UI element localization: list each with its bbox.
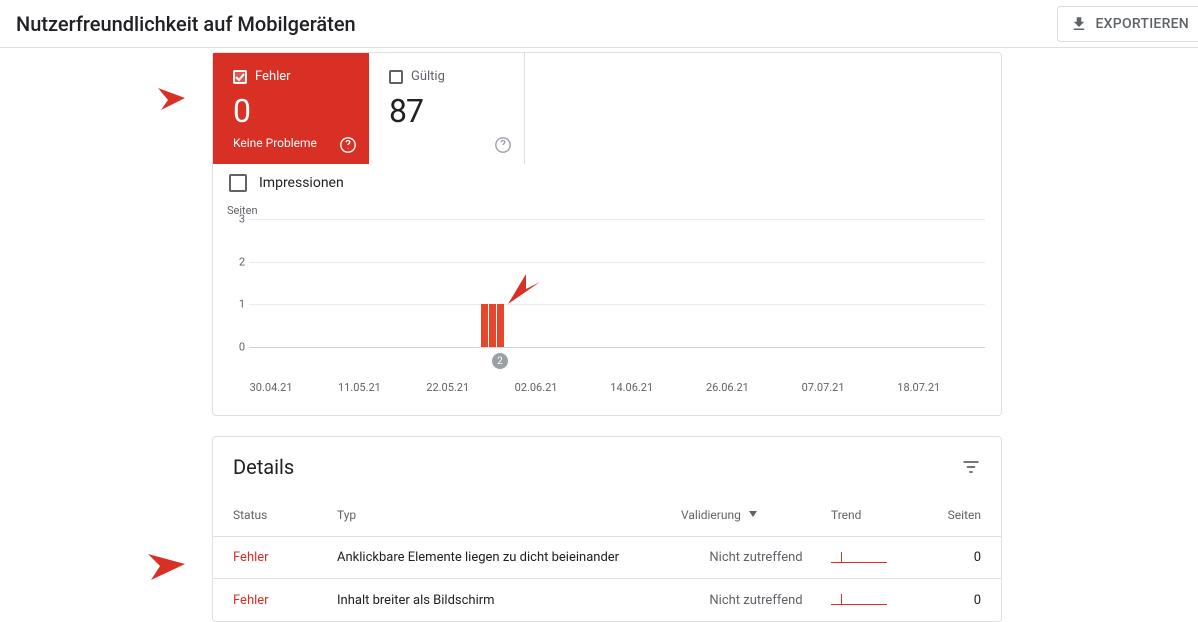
y-tick: 0 — [239, 341, 245, 354]
cell-validierung: Nicht zutreffend — [681, 550, 831, 565]
tab-head: Fehler — [233, 69, 353, 84]
filter-icon[interactable] — [961, 457, 981, 477]
tab-errors-label: Fehler — [255, 69, 291, 84]
details-card: Details Status Typ Validierung Trend Sei… — [212, 436, 1002, 622]
x-tick: 26.06.21 — [706, 381, 749, 394]
help-icon[interactable] — [339, 136, 357, 154]
chart-y-title: Seiten — [227, 204, 985, 217]
annotation-arrow-icon — [113, 70, 193, 124]
status-card: Fehler 0 Keine Probleme Gültig 87 Impres… — [212, 52, 1002, 416]
bar — [497, 304, 504, 347]
main-column: Fehler 0 Keine Probleme Gültig 87 Impres… — [212, 52, 1002, 622]
cell-seiten: 0 — [931, 550, 981, 565]
tab-errors[interactable]: Fehler 0 Keine Probleme — [213, 53, 369, 164]
details-title: Details — [233, 455, 294, 479]
x-tick: 30.04.21 — [250, 381, 293, 394]
sort-arrow-down-icon — [747, 507, 759, 522]
y-tick: 1 — [239, 298, 245, 311]
x-tick: 14.06.21 — [610, 381, 653, 394]
x-tick: 07.07.21 — [802, 381, 845, 394]
table-row[interactable]: Fehler Anklickbare Elemente liegen zu di… — [213, 537, 1001, 579]
help-icon[interactable] — [494, 136, 512, 154]
annotation-arrow-icon — [95, 538, 195, 592]
tab-errors-sub: Keine Probleme — [233, 136, 353, 150]
cell-typ: Anklickbare Elemente liegen zu dicht bei… — [337, 550, 681, 565]
details-header: Details — [213, 437, 1001, 493]
cell-seiten: 0 — [931, 593, 981, 608]
col-trend[interactable]: Trend — [831, 508, 931, 522]
export-label: EXPORTIEREN — [1096, 16, 1189, 32]
cell-trend — [831, 592, 931, 608]
checkbox-checked-icon — [233, 70, 247, 84]
col-seiten[interactable]: Seiten — [931, 508, 981, 522]
tab-valid-label: Gültig — [411, 69, 445, 84]
x-tick: 11.05.21 — [338, 381, 381, 394]
export-button[interactable]: EXPORTIEREN — [1057, 6, 1198, 42]
page-title: Nutzerfreundlichkeit auf Mobilgeräten — [16, 12, 356, 36]
table-row[interactable]: Fehler Inhalt breiter als Bildschirm Nic… — [213, 579, 1001, 621]
col-typ[interactable]: Typ — [337, 508, 681, 522]
chart: Seiten 3 2 1 0 — [213, 196, 1001, 403]
status-tabs: Fehler 0 Keine Probleme Gültig 87 — [213, 53, 1001, 164]
checkbox-empty-icon[interactable] — [229, 174, 247, 192]
header: Nutzerfreundlichkeit auf Mobilgeräten EX… — [0, 0, 1198, 48]
x-tick: 02.06.21 — [515, 381, 558, 394]
table-header: Status Typ Validierung Trend Seiten — [213, 493, 1001, 537]
chart-badge[interactable]: 2 — [492, 353, 508, 369]
cell-validierung: Nicht zutreffend — [681, 593, 831, 608]
cell-status: Fehler — [233, 550, 337, 565]
col-validierung[interactable]: Validierung — [681, 507, 831, 522]
impressions-label: Impressionen — [259, 175, 344, 191]
download-icon — [1070, 15, 1088, 33]
sparkline-icon — [831, 592, 887, 608]
bar — [481, 304, 488, 347]
x-tick: 18.07.21 — [897, 381, 940, 394]
tab-head: Gültig — [389, 69, 508, 84]
checkbox-empty-icon — [389, 70, 403, 84]
cell-trend — [831, 550, 931, 566]
tab-valid[interactable]: Gültig 87 — [369, 53, 525, 164]
impressions-row[interactable]: Impressionen — [213, 164, 1001, 196]
tab-errors-value: 0 — [233, 92, 353, 130]
sparkline-icon — [831, 550, 887, 566]
bar — [489, 304, 496, 347]
cell-typ: Inhalt breiter als Bildschirm — [337, 593, 681, 608]
y-axis-labels: 3 2 1 0 — [229, 219, 245, 347]
bar-group — [481, 304, 504, 347]
tab-valid-value: 87 — [389, 92, 508, 130]
cell-status: Fehler — [233, 593, 337, 608]
y-tick: 2 — [239, 255, 245, 268]
plot-area: 2 — [249, 219, 985, 347]
col-status[interactable]: Status — [233, 508, 337, 522]
x-tick: 22.05.21 — [426, 381, 469, 394]
x-axis-labels: 30.04.21 11.05.21 22.05.21 02.06.21 14.0… — [249, 381, 985, 395]
y-tick: 3 — [239, 213, 245, 226]
